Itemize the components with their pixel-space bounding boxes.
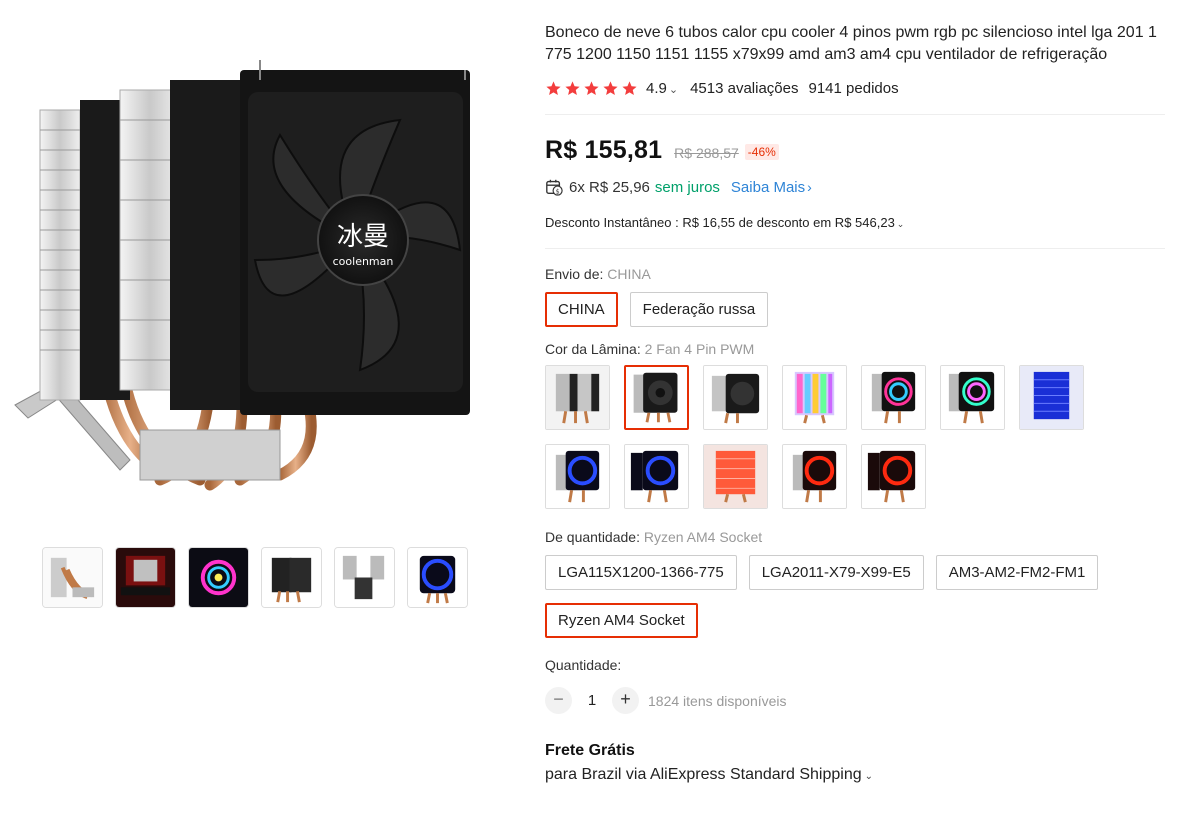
- socket-label: De quantidade: Ryzen AM4 Socket: [545, 529, 1165, 545]
- ship-from-label: Envio de: CHINA: [545, 266, 1165, 282]
- orders-count: 9141 pedidos: [808, 80, 899, 97]
- ship-from-option-russia[interactable]: Federação russa: [629, 292, 769, 327]
- original-price: R$ 288,57: [674, 145, 739, 161]
- color-label: Cor da Lâmina: 2 Fan 4 Pin PWM: [545, 341, 1165, 357]
- ship-from-options: CHINA Federação russa: [545, 292, 1165, 327]
- swatch-cooler-red-2fan[interactable]: [861, 444, 926, 509]
- rating-value[interactable]: 4.9: [646, 80, 667, 97]
- swatch-cooler-rgb[interactable]: [782, 365, 847, 430]
- swatch-cooler-blue[interactable]: [1019, 365, 1084, 430]
- swatch-cooler-2fan-black[interactable]: [624, 365, 689, 430]
- installments-text: 6x R$ 25,96: [569, 178, 650, 196]
- increase-quantity-button[interactable]: +: [612, 687, 639, 714]
- thumbnail-4[interactable]: [261, 547, 322, 608]
- socket-options: LGA115X1200-1366-775 LGA2011-X79-X99-E5 …: [545, 555, 1165, 638]
- quantity-stepper: − 1 + 1824 itens disponíveis: [545, 687, 1165, 714]
- interest-free-label: sem juros: [654, 178, 720, 196]
- star-icon: [603, 81, 618, 96]
- rating-row: 4.9 ⌄ 4513 avaliações 9141 pedidos: [545, 80, 1165, 97]
- learn-more-label: Saiba Mais: [730, 178, 806, 196]
- thumbnail-1[interactable]: [42, 547, 103, 608]
- thumbnail-5[interactable]: [334, 547, 395, 608]
- socket-option-am3[interactable]: AM3-AM2-FM2-FM1: [935, 555, 1099, 590]
- star-icon: [622, 81, 637, 96]
- quantity-label: Quantidade:: [545, 657, 622, 673]
- color-swatches: [545, 365, 1165, 509]
- socket-title: De quantidade:: [545, 529, 644, 545]
- current-price: R$ 155,81: [545, 136, 663, 164]
- decrease-quantity-button[interactable]: −: [545, 687, 572, 714]
- divider: [545, 248, 1165, 249]
- chevron-right-icon: ›: [807, 178, 812, 195]
- svg-text:coolenman: coolenman: [333, 255, 394, 268]
- color-title: Cor da Lâmina:: [545, 341, 645, 357]
- rating-stars: [545, 80, 638, 97]
- swatch-cooler-1fan-black[interactable]: [703, 365, 768, 430]
- svg-text:冰曼: 冰曼: [337, 222, 389, 252]
- swatch-cooler-red[interactable]: [703, 444, 768, 509]
- ship-from-title: Envio de:: [545, 266, 608, 282]
- product-info-panel: Boneco de neve 6 tubos calor cpu cooler …: [545, 22, 1165, 784]
- chevron-down-icon: ⌄: [864, 771, 874, 782]
- stock-available: 1824 itens disponíveis: [648, 692, 787, 709]
- shipping-title: Frete Grátis: [545, 742, 635, 759]
- socket-option-am4[interactable]: Ryzen AM4 Socket: [545, 603, 698, 638]
- product-title: Boneco de neve 6 tubos calor cpu cooler …: [545, 24, 1157, 63]
- color-selected: 2 Fan 4 Pin PWM: [644, 341, 755, 357]
- swatch-cooler-rgb-2fan[interactable]: [940, 365, 1005, 430]
- thumbnail-strip: [42, 547, 468, 608]
- quantity-input[interactable]: 1: [572, 692, 612, 709]
- main-product-image[interactable]: 冰曼 coolenman: [10, 40, 480, 500]
- calendar-dollar-icon: $: [546, 179, 563, 196]
- installments-row: $ 6x R$ 25,96 sem juros Saiba Mais ›: [545, 178, 1165, 196]
- socket-selected: Ryzen AM4 Socket: [643, 529, 763, 545]
- swatch-cooler-rgb-fan[interactable]: [861, 365, 926, 430]
- socket-option-lga2011[interactable]: LGA2011-X79-X99-E5: [748, 555, 924, 590]
- learn-more-link[interactable]: Saiba Mais ›: [731, 179, 812, 196]
- instant-discount[interactable]: Desconto Instantâneo : R$ 16,55 de desco…: [545, 215, 1165, 230]
- discount-badge: -46%: [744, 144, 779, 160]
- divider: [545, 114, 1165, 115]
- thumbnail-6[interactable]: [407, 547, 468, 608]
- shipping-method[interactable]: para Brazil via AliExpress Standard Ship…: [545, 766, 1165, 784]
- reviews-count[interactable]: 4513 avaliações: [690, 80, 798, 97]
- star-icon: [584, 81, 599, 96]
- instant-discount-text: Desconto Instantâneo : R$ 16,55 de desco…: [545, 215, 895, 230]
- ship-from-option-china[interactable]: CHINA: [545, 292, 618, 327]
- cpu-cooler-image: 冰曼 coolenman: [14, 59, 470, 491]
- svg-text:$: $: [556, 188, 560, 195]
- chevron-down-icon[interactable]: ⌄: [669, 83, 678, 96]
- swatch-cooler-silver[interactable]: [545, 365, 610, 430]
- star-icon: [565, 81, 580, 96]
- shipping-method-text: para Brazil via AliExpress Standard Ship…: [545, 766, 862, 783]
- chevron-down-icon: ⌄: [896, 219, 905, 229]
- swatch-cooler-red-1fan[interactable]: [782, 444, 847, 509]
- price-row: R$ 155,81 R$ 288,57 -46%: [545, 136, 1165, 165]
- swatch-cooler-blue-2fan[interactable]: [624, 444, 689, 509]
- swatch-cooler-blue-1fan[interactable]: [545, 444, 610, 509]
- ship-from-selected: CHINA: [607, 266, 651, 282]
- socket-option-lga115x[interactable]: LGA115X1200-1366-775: [545, 555, 737, 590]
- thumbnail-3[interactable]: [188, 547, 249, 608]
- star-icon: [546, 81, 561, 96]
- thumbnail-2[interactable]: [115, 547, 176, 608]
